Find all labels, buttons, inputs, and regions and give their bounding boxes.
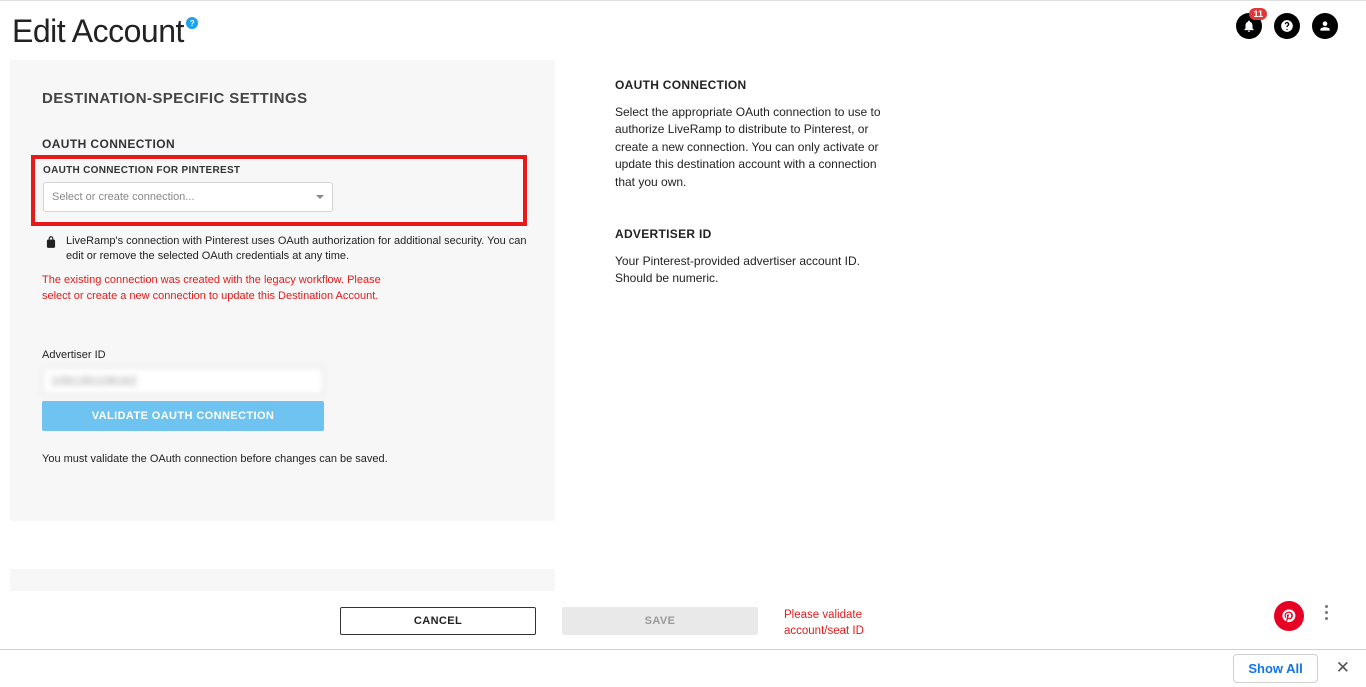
person-icon [1318,19,1332,33]
header: Edit Account ? 11 [0,1,1366,50]
panel-heading: DESTINATION-SPECIFIC SETTINGS [42,90,527,107]
oauth-warning: The existing connection was created with… [42,273,392,305]
pinterest-logo-icon [1274,601,1304,631]
oauth-section-label: OAUTH CONNECTION [42,137,527,151]
footer-action-bar: CANCEL SAVE Please validate account/seat… [0,591,1366,649]
chevron-down-icon [316,195,324,199]
header-icons: 11 [1236,13,1338,39]
lock-icon [44,235,58,249]
advertiser-id-input[interactable] [42,367,324,395]
help-advertiser-section: ADVERTISER ID Your Pinterest-provided ad… [615,227,885,288]
help-panel: OAUTH CONNECTION Select the appropriate … [615,60,885,591]
close-icon[interactable]: ✕ [1336,658,1350,678]
left-column: DESTINATION-SPECIFIC SETTINGS OAUTH CONN… [10,60,555,591]
bottom-notification-bar: Show All ✕ [0,649,1366,687]
help-button[interactable] [1274,13,1300,39]
help-badge-icon[interactable]: ? [186,17,198,29]
content-area: DESTINATION-SPECIFIC SETTINGS OAUTH CONN… [0,50,1366,591]
oauth-highlight-frame: OAUTH CONNECTION FOR PINTEREST Select or… [31,155,527,226]
advertiser-id-label: Advertiser ID [42,349,527,361]
help-oauth-body: Select the appropriate OAuth connection … [615,104,885,191]
bell-icon [1242,19,1256,33]
page-title-text: Edit Account [12,13,184,50]
settings-panel-next [10,569,555,591]
page-title: Edit Account ? [12,13,198,50]
footer-warning: Please validate account/seat ID [784,607,904,639]
help-oauth-section: OAUTH CONNECTION Select the appropriate … [615,78,885,191]
help-advertiser-heading: ADVERTISER ID [615,227,885,253]
oauth-caption: OAUTH CONNECTION FOR PINTEREST [43,165,515,176]
validation-note: You must validate the OAuth connection b… [42,453,527,465]
more-options-button[interactable] [1316,605,1336,620]
validate-oauth-button[interactable]: VALIDATE OAUTH CONNECTION [42,401,324,431]
help-oauth-heading: OAUTH CONNECTION [615,78,885,104]
notifications-count: 11 [1249,8,1267,20]
oauth-select-placeholder: Select or create connection... [52,191,194,203]
oauth-connection-select[interactable]: Select or create connection... [43,182,333,212]
notifications-button[interactable]: 11 [1236,13,1262,39]
lock-info-text: LiveRamp's connection with Pinterest use… [66,234,527,265]
show-all-button[interactable]: Show All [1233,654,1317,683]
help-advertiser-body: Your Pinterest-provided advertiser accou… [615,253,885,288]
account-button[interactable] [1312,13,1338,39]
cancel-button[interactable]: CANCEL [340,607,536,635]
save-button[interactable]: SAVE [562,607,758,635]
question-icon [1280,19,1294,33]
settings-panel: DESTINATION-SPECIFIC SETTINGS OAUTH CONN… [10,60,555,521]
lock-info-row: LiveRamp's connection with Pinterest use… [42,234,527,265]
